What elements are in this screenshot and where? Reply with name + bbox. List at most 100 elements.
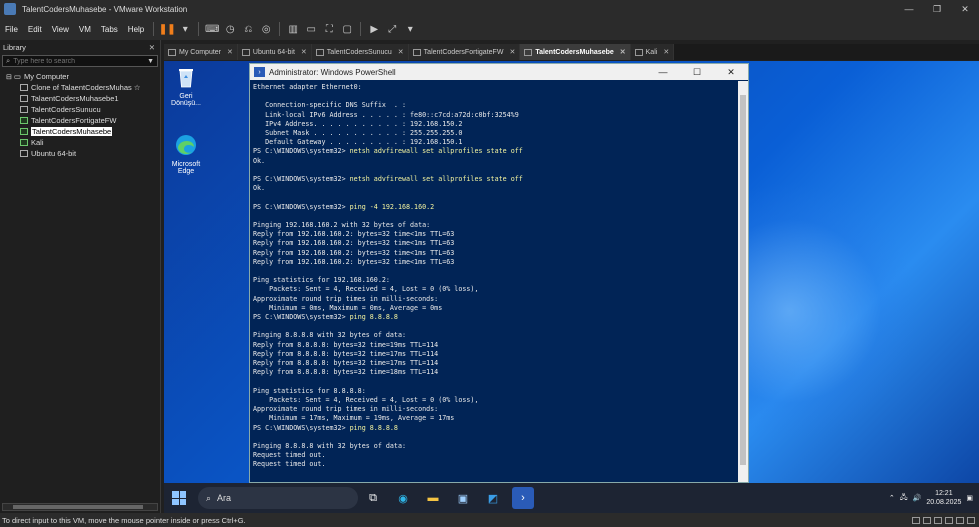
tree-root-my-computer[interactable]: ⊟ ▭ My Computer <box>0 71 160 82</box>
show-library-icon[interactable]: ▥ <box>284 21 302 37</box>
menu-vm[interactable]: VM <box>74 25 96 34</box>
tree-item-vm[interactable]: Clone of TalaentCodersMuhas ☆ <box>0 82 160 93</box>
vm-tab[interactable]: TalentCodersSunucu ✕ <box>311 44 409 60</box>
powershell-window[interactable]: › Administrator: Windows PowerShell — ☐ … <box>249 63 749 483</box>
console-output[interactable]: Ethernet adapter Ethernet0: Connection-s… <box>251 81 738 482</box>
network-adapter-icon[interactable] <box>934 516 942 524</box>
console-line: Pinging 8.8.8.8 with 32 bytes of data: <box>253 442 736 451</box>
chevron-down-icon[interactable]: ▾ <box>176 21 194 37</box>
console-line: PS C:\WINDOWS\system32> netsh advfirewal… <box>253 147 736 156</box>
window-title: TalentCodersMuhasebe - VMware Workstatio… <box>22 4 188 14</box>
console-line: Subnet Mask . . . . . . . . . . . : 255.… <box>253 129 736 138</box>
collapse-icon[interactable]: ⊟ <box>6 73 12 81</box>
edge-icon[interactable]: ◉ <box>392 487 414 509</box>
console-line: Approximate round trip times in milli-se… <box>253 405 736 414</box>
close-tab-icon[interactable]: ✕ <box>227 48 233 56</box>
tree-item-vm[interactable]: Kali <box>0 137 160 148</box>
close-tab-icon[interactable]: ✕ <box>301 48 307 56</box>
snapshot-manager-icon[interactable]: ◎ <box>257 21 275 37</box>
ps-close-button[interactable]: ✕ <box>714 67 748 78</box>
tree-item-vm[interactable]: TalentCodersMuhasebe <box>0 126 160 137</box>
snapshot-icon[interactable]: ◷ <box>221 21 239 37</box>
ps-minimize-button[interactable]: — <box>646 67 680 77</box>
menu-help[interactable]: Help <box>123 25 149 34</box>
notification-icon[interactable]: ▣ <box>966 494 973 502</box>
vm-running-icon <box>20 139 28 146</box>
usb-icon[interactable] <box>945 516 953 524</box>
unity-icon[interactable]: ▢ <box>338 21 356 37</box>
powershell-taskbar-icon[interactable]: › <box>512 487 534 509</box>
vm-screen[interactable]: Geri Dönüşü... Microsoft Edge › Administ… <box>164 61 979 513</box>
tree-item-vm[interactable]: TalentCodersFortigateFW <box>0 115 160 126</box>
menu-view[interactable]: View <box>47 25 74 34</box>
clock[interactable]: 12:21 20.08.2025 <box>926 489 961 507</box>
console-text: PS C:\WINDOWS\system32> <box>253 147 350 156</box>
vm-tab-label: TalentCodersFortigateFW <box>423 48 504 56</box>
network-icon[interactable]: 🖧 <box>900 493 908 504</box>
vm-tab[interactable]: My Computer ✕ <box>164 44 238 60</box>
vm-tab-icon <box>412 48 421 56</box>
send-ctrl-alt-del-icon[interactable]: ⌨ <box>203 21 221 37</box>
star-icon[interactable]: ☆ <box>134 83 141 92</box>
close-tab-icon[interactable]: ✕ <box>663 48 669 56</box>
close-tab-icon[interactable]: ✕ <box>509 48 515 56</box>
chevron-down-icon[interactable]: ▼ <box>147 58 154 65</box>
volume-icon[interactable]: 🔊 <box>913 494 922 502</box>
thumbnail-bar-icon[interactable]: ▭ <box>302 21 320 37</box>
display-icon[interactable] <box>967 516 975 524</box>
console-text: Minimum = 17ms, Maximum = 19ms, Average … <box>253 414 455 423</box>
scrollbar-thumb[interactable] <box>13 505 143 509</box>
pause-icon[interactable]: ❚❚ <box>158 21 176 37</box>
clock-time: 12:21 <box>935 490 953 497</box>
console-text: Ok. <box>253 184 266 193</box>
revert-snapshot-icon[interactable]: ⎌ <box>239 21 257 37</box>
maximize-button[interactable]: ❐ <box>923 0 951 18</box>
console-line: PS C:\WINDOWS\system32> netsh advfirewal… <box>253 175 736 184</box>
menu-tabs[interactable]: Tabs <box>96 25 123 34</box>
hdd-icon[interactable] <box>912 516 920 524</box>
scrollbar-thumb[interactable] <box>740 95 746 465</box>
start-button[interactable] <box>172 491 186 505</box>
ps-maximize-button[interactable]: ☐ <box>680 67 714 78</box>
status-bar: To direct input to this VM, move the mou… <box>0 513 979 527</box>
console-text: PS C:\WINDOWS\system32> <box>253 175 350 184</box>
close-icon[interactable]: ✕ <box>149 43 155 52</box>
close-button[interactable]: ✕ <box>951 0 979 18</box>
tree-item-vm[interactable]: TalaentCodersMuhasebe1 <box>0 93 160 104</box>
stretch-guest-icon[interactable]: ⤢ <box>383 21 401 37</box>
cdrom-icon[interactable] <box>923 516 931 524</box>
console-line: Pinging 192.168.160.2 with 32 bytes of d… <box>253 221 736 230</box>
desktop-icon-recycle-bin[interactable]: Geri Dönüşü... <box>164 65 208 107</box>
vm-tab[interactable]: TalentCodersFortigateFW ✕ <box>408 44 521 60</box>
console-view-icon[interactable]: ▶ <box>365 21 383 37</box>
sound-icon[interactable] <box>956 516 964 524</box>
vm-tab-icon <box>168 48 176 56</box>
file-explorer-icon[interactable]: ▬ <box>422 487 444 509</box>
console-text: Approximate round trip times in milli-se… <box>253 294 439 303</box>
vm-tab[interactable]: TalentCodersMuhasebe ✕ <box>520 44 631 60</box>
tree-item-vm[interactable]: TalentCodersSunucu <box>0 104 160 115</box>
desktop-icon-edge[interactable]: Microsoft Edge <box>164 133 208 175</box>
vm-tab[interactable]: Ubuntu 64-bit ✕ <box>237 44 312 60</box>
chevron-down-icon[interactable]: ▾ <box>401 21 419 37</box>
minimize-button[interactable]: — <box>895 0 923 18</box>
task-view-icon[interactable]: ⧉ <box>362 487 384 509</box>
close-tab-icon[interactable]: ✕ <box>620 48 626 56</box>
library-search-input[interactable] <box>13 57 148 65</box>
full-screen-icon[interactable]: ⛶ <box>320 21 338 37</box>
menu-edit[interactable]: Edit <box>23 25 47 34</box>
menu-file[interactable]: File <box>0 25 23 34</box>
library-search: ⌕ ▼ <box>2 55 158 67</box>
taskbar-search[interactable]: ⌕ Ara <box>198 487 358 509</box>
close-tab-icon[interactable]: ✕ <box>398 48 404 56</box>
console-line: Ping statistics for 192.168.160.2: <box>253 276 736 285</box>
vm-tab[interactable]: Kali ✕ <box>630 44 675 60</box>
library-scrollbar[interactable] <box>2 503 158 511</box>
console-scrollbar[interactable] <box>738 81 748 482</box>
tree-item-vm[interactable]: Ubuntu 64-bit <box>0 148 160 159</box>
store-icon[interactable]: ▣ <box>452 487 474 509</box>
outlook-icon[interactable]: ◩ <box>482 487 504 509</box>
chevron-up-icon[interactable]: ⌃ <box>889 494 895 502</box>
console-text: Request timed out. <box>253 460 326 469</box>
